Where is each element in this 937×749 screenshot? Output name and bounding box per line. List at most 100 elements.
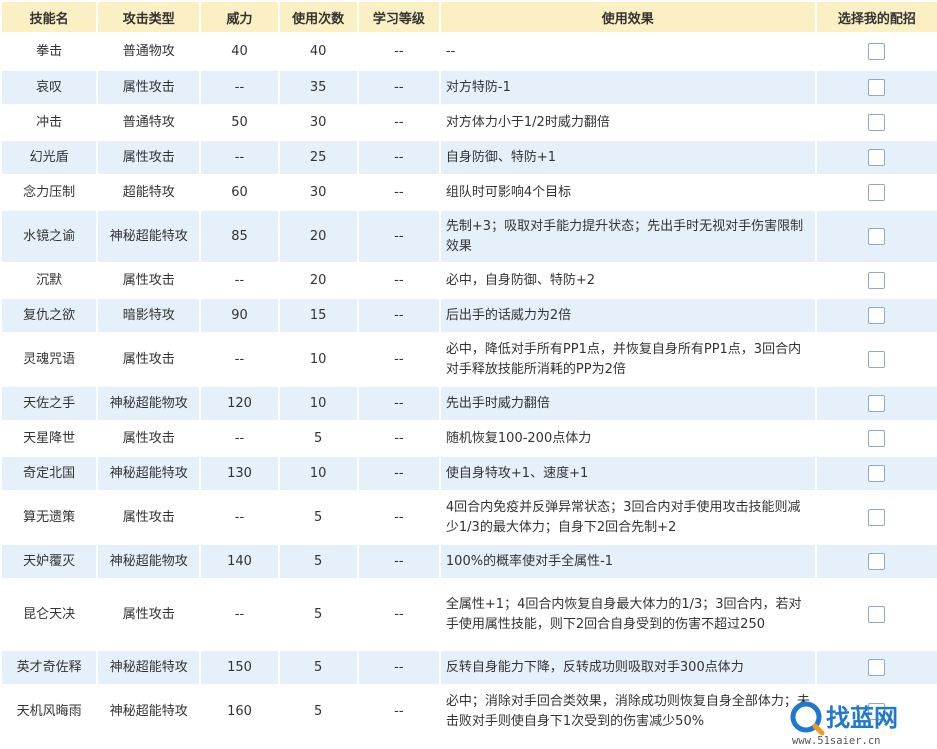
select-skill-checkbox[interactable] bbox=[868, 148, 886, 166]
table-row: 复仇之欲 暗影特攻 90 15 -- 后出手的话威力为2倍 bbox=[2, 299, 937, 332]
select-cell bbox=[816, 141, 937, 174]
power-cell: 140 bbox=[201, 545, 278, 578]
skill-name-cell: 复仇之欲 bbox=[2, 299, 97, 332]
select-skill-checkbox[interactable] bbox=[868, 464, 886, 482]
skill-name-cell: 天机风晦雨 bbox=[2, 686, 97, 737]
power-cell: -- bbox=[201, 492, 278, 543]
select-cell bbox=[816, 211, 937, 262]
select-skill-checkbox[interactable] bbox=[868, 552, 886, 570]
skill-name-cell: 灵魂咒语 bbox=[2, 334, 97, 385]
table-row: 幻光盾 属性攻击 -- 25 -- 自身防御、特防+1 bbox=[2, 141, 937, 174]
uses-cell: 5 bbox=[279, 422, 357, 455]
effect-cell: 100%的概率使对手全属性-1 bbox=[440, 545, 815, 578]
attack-type-cell: 神秘超能特攻 bbox=[98, 211, 200, 262]
select-skill-checkbox[interactable] bbox=[868, 113, 886, 131]
table-row: 天妒覆灭 神秘超能物攻 140 5 -- 100%的概率使对手全属性-1 bbox=[2, 545, 937, 578]
learn-level-cell: -- bbox=[358, 141, 439, 174]
attack-type-cell: 属性攻击 bbox=[98, 580, 200, 649]
power-cell: 150 bbox=[201, 651, 278, 684]
select-skill-checkbox[interactable] bbox=[868, 42, 886, 60]
learn-level-cell: -- bbox=[358, 299, 439, 332]
attack-type-cell: 暗影特攻 bbox=[98, 299, 200, 332]
header-skill-name: 技能名 bbox=[2, 2, 97, 32]
effect-cell: 反转自身能力下降，反转成功则吸取对手300点体力 bbox=[440, 651, 815, 684]
learn-level-cell: -- bbox=[358, 580, 439, 649]
attack-type-cell: 超能特攻 bbox=[98, 176, 200, 209]
attack-type-cell: 神秘超能特攻 bbox=[98, 651, 200, 684]
learn-level-cell: -- bbox=[358, 492, 439, 543]
uses-cell: 5 bbox=[279, 651, 357, 684]
skills-table: 技能名 攻击类型 威力 使用次数 学习等级 使用效果 选择我的配招 拳击 普通物攻… bbox=[0, 0, 937, 739]
effect-cell: 4回合内免疫并反弹异常状态；3回合内对手使用攻击技能则减少1/3的最大体力；自身… bbox=[440, 492, 815, 543]
skill-name-cell: 冲击 bbox=[2, 106, 97, 139]
attack-type-cell: 属性攻击 bbox=[98, 492, 200, 543]
select-skill-checkbox[interactable] bbox=[868, 350, 886, 368]
table-header-row: 技能名 攻击类型 威力 使用次数 学习等级 使用效果 选择我的配招 bbox=[2, 2, 937, 32]
skill-name-cell: 哀叹 bbox=[2, 71, 97, 104]
select-cell bbox=[816, 686, 937, 737]
select-cell bbox=[816, 651, 937, 684]
select-skill-checkbox[interactable] bbox=[868, 605, 886, 623]
effect-cell: 必中，降低对手所有PP1点，并恢复自身所有PP1点，3回合内对手释放技能所消耗的… bbox=[440, 334, 815, 385]
select-skill-checkbox[interactable] bbox=[868, 183, 886, 201]
select-cell bbox=[816, 492, 937, 543]
effect-cell: 后出手的话威力为2倍 bbox=[440, 299, 815, 332]
table-row: 哀叹 属性攻击 -- 35 -- 对方特防-1 bbox=[2, 71, 937, 104]
power-cell: 90 bbox=[201, 299, 278, 332]
power-cell: 50 bbox=[201, 106, 278, 139]
learn-level-cell: -- bbox=[358, 457, 439, 490]
select-skill-checkbox[interactable] bbox=[868, 394, 886, 412]
effect-cell: 先出手时威力翻倍 bbox=[440, 387, 815, 420]
table-row: 冲击 普通特攻 50 30 -- 对方体力小于1/2时威力翻倍 bbox=[2, 106, 937, 139]
learn-level-cell: -- bbox=[358, 264, 439, 297]
learn-level-cell: -- bbox=[358, 34, 439, 69]
select-skill-checkbox[interactable] bbox=[868, 658, 886, 676]
select-skill-checkbox[interactable] bbox=[868, 78, 886, 96]
table-row: 英才奇佐释 神秘超能特攻 150 5 -- 反转自身能力下降，反转成功则吸取对手300点体… bbox=[2, 651, 937, 684]
attack-type-cell: 普通物攻 bbox=[98, 34, 200, 69]
attack-type-cell: 属性攻击 bbox=[98, 141, 200, 174]
select-skill-checkbox[interactable] bbox=[868, 429, 886, 447]
select-cell bbox=[816, 176, 937, 209]
learn-level-cell: -- bbox=[358, 71, 439, 104]
power-cell: 130 bbox=[201, 457, 278, 490]
attack-type-cell: 神秘超能特攻 bbox=[98, 457, 200, 490]
skill-name-cell: 奇定北国 bbox=[2, 457, 97, 490]
select-skill-checkbox[interactable] bbox=[868, 306, 886, 324]
uses-cell: 25 bbox=[279, 141, 357, 174]
effect-cell: 全属性+1；4回合内恢复自身最大体力的1/3；3回合内，若对手使用属性技能，则下… bbox=[440, 580, 815, 649]
header-power: 威力 bbox=[201, 2, 278, 32]
skill-name-cell: 幻光盾 bbox=[2, 141, 97, 174]
select-cell bbox=[816, 422, 937, 455]
uses-cell: 20 bbox=[279, 211, 357, 262]
effect-cell: 对方特防-1 bbox=[440, 71, 815, 104]
skill-name-cell: 拳击 bbox=[2, 34, 97, 69]
skill-name-cell: 天星降世 bbox=[2, 422, 97, 455]
effect-cell: 先制+3；吸取对手能力提升状态；先出手时无视对手伤害限制效果 bbox=[440, 211, 815, 262]
select-skill-checkbox[interactable] bbox=[868, 227, 886, 245]
uses-cell: 5 bbox=[279, 492, 357, 543]
skill-name-cell: 算无遗策 bbox=[2, 492, 97, 543]
select-skill-checkbox[interactable] bbox=[868, 508, 886, 526]
table-row: 昆仑天决 属性攻击 -- 5 -- 全属性+1；4回合内恢复自身最大体力的1/3；3回合内… bbox=[2, 580, 937, 649]
power-cell: 40 bbox=[201, 34, 278, 69]
uses-cell: 5 bbox=[279, 580, 357, 649]
table-row: 沉默 属性攻击 -- 20 -- 必中，自身防御、特防+2 bbox=[2, 264, 937, 297]
attack-type-cell: 神秘超能特攻 bbox=[98, 686, 200, 737]
uses-cell: 10 bbox=[279, 387, 357, 420]
effect-cell: 必中，自身防御、特防+2 bbox=[440, 264, 815, 297]
skill-name-cell: 天妒覆灭 bbox=[2, 545, 97, 578]
table-row: 念力压制 超能特攻 60 30 -- 组队时可影响4个目标 bbox=[2, 176, 937, 209]
select-skill-checkbox[interactable] bbox=[868, 271, 886, 289]
uses-cell: 10 bbox=[279, 334, 357, 385]
skill-name-cell: 水镜之谕 bbox=[2, 211, 97, 262]
uses-cell: 15 bbox=[279, 299, 357, 332]
skill-name-cell: 天佐之手 bbox=[2, 387, 97, 420]
select-cell bbox=[816, 264, 937, 297]
uses-cell: 10 bbox=[279, 457, 357, 490]
skill-name-cell: 英才奇佐释 bbox=[2, 651, 97, 684]
power-cell: 160 bbox=[201, 686, 278, 737]
learn-level-cell: -- bbox=[358, 334, 439, 385]
attack-type-cell: 属性攻击 bbox=[98, 264, 200, 297]
select-skill-checkbox[interactable] bbox=[868, 702, 886, 720]
